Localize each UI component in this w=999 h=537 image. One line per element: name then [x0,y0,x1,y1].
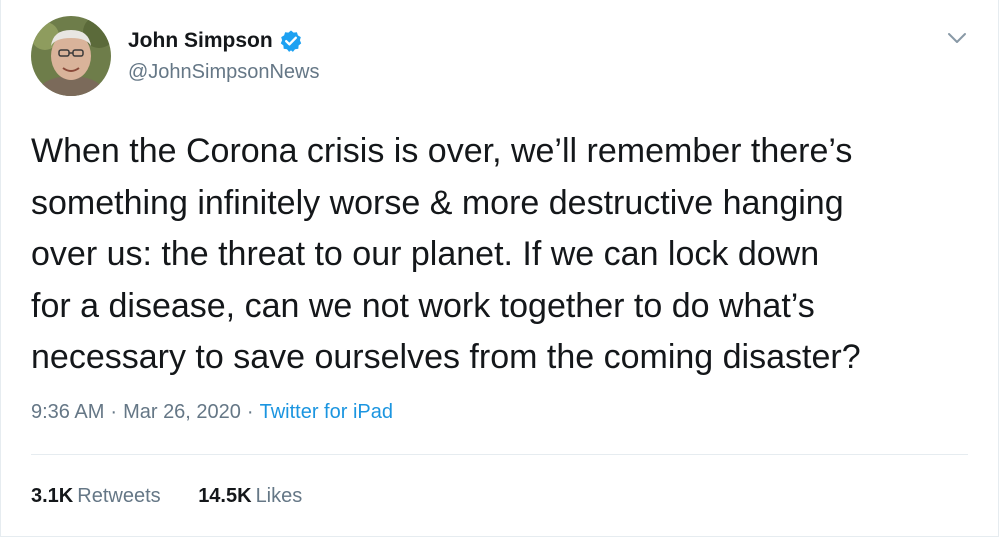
likes-label: Likes [255,485,303,507]
author-handle[interactable]: @JohnSimpsonNews [128,61,320,84]
author-name[interactable]: John Simpson [128,29,273,53]
tweet-text-line: something infinitely worse & more destru… [31,183,844,222]
tweet-metadata: 9:36 AM · Mar 26, 2020 · Twitter for iPad [31,401,393,424]
tweet-text: When the Corona crisis is over, we’ll re… [31,126,976,384]
author-block: John Simpson @JohnSimpsonNews [128,27,320,84]
verified-badge-icon [279,29,303,53]
retweets-stat[interactable]: 3.1K Retweets [31,485,161,508]
likes-stat[interactable]: 14.5K Likes [198,485,302,508]
tweet-text-line: over us: the threat to our planet. If we… [31,235,820,273]
meta-separator: · [110,401,118,423]
tweet-date[interactable]: Mar 26, 2020 [123,401,241,423]
tweet-source-link[interactable]: Twitter for iPad [260,401,393,423]
name-row: John Simpson [128,27,320,55]
tweet-stats: 3.1K Retweets 14.5K Likes [31,485,334,508]
tweet-text-line: for a disease, can we not work together … [31,286,815,325]
divider [31,454,968,455]
tweet-text-line: When the Corona crisis is over, we’ll re… [31,132,853,170]
retweets-label: Retweets [77,485,161,507]
likes-count: 14.5K [198,485,252,507]
avatar[interactable] [31,16,111,96]
chevron-down-icon[interactable] [946,30,968,46]
meta-separator: · [246,401,254,423]
tweet-time[interactable]: 9:36 AM [31,401,104,423]
tweet-card: John Simpson @JohnSimpsonNews When the C… [0,0,999,537]
tweet-text-line: necessary to save ourselves from the com… [31,338,861,376]
retweets-count: 3.1K [31,485,74,507]
